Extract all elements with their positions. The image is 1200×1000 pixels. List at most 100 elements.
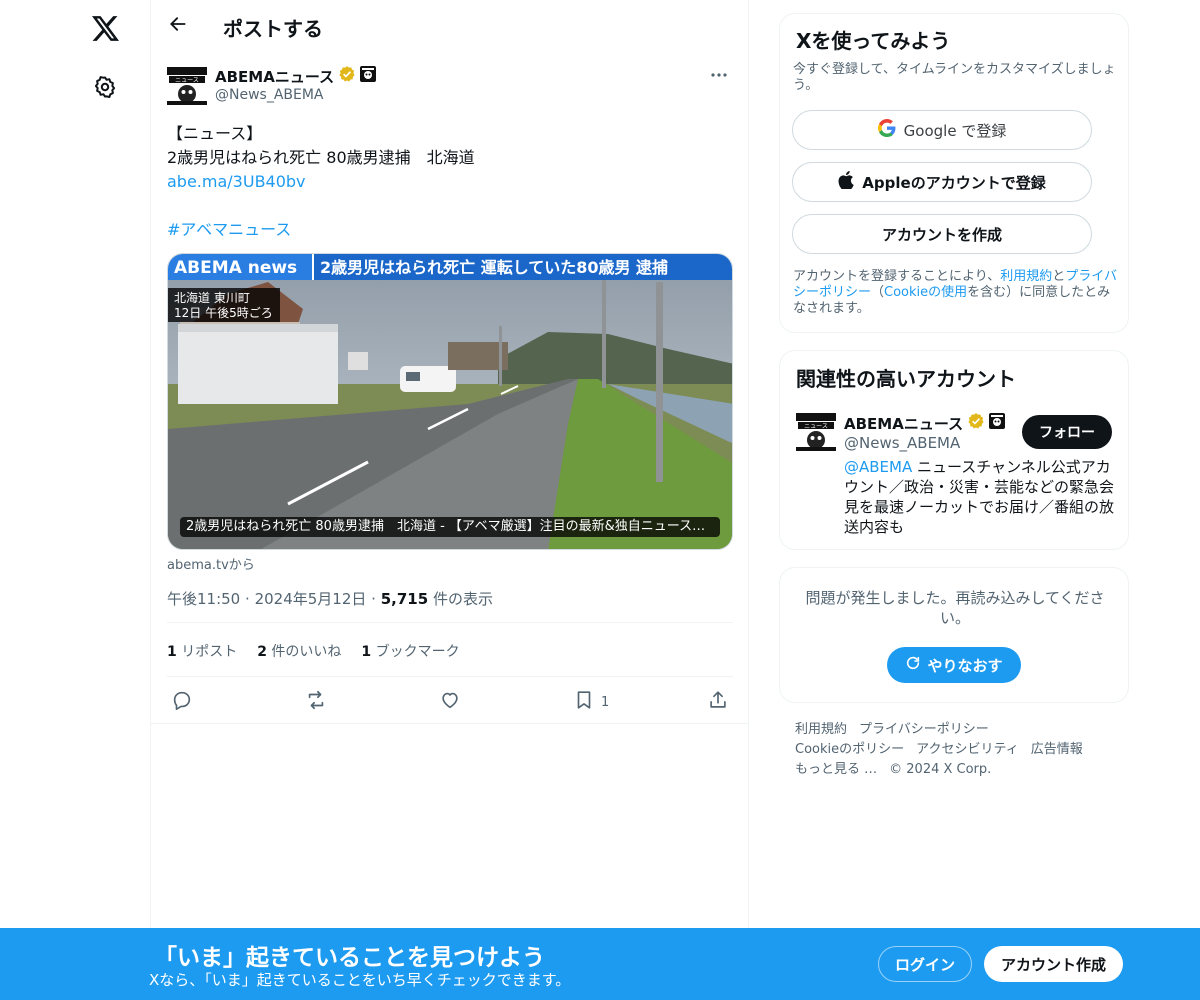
post-text-line: 【ニュース】 [167, 124, 263, 143]
verified-badge-icon [967, 412, 985, 434]
avatar[interactable]: ニュース [796, 411, 836, 451]
like-button[interactable] [439, 688, 461, 716]
reposts-label: リポスト [181, 644, 238, 660]
card-location-line1: 北海道 東川町 [174, 290, 250, 305]
author-name[interactable]: ABEMAニュース [215, 65, 377, 87]
divider [151, 723, 749, 724]
google-icon [877, 119, 896, 141]
footer-links: 利用規約 プライバシーポリシー Cookieのポリシー アクセシビリティ 広告情報 も… [795, 720, 1125, 780]
share-icon [707, 689, 729, 715]
post-text-line: 2歳男児はねられ死亡 80歳男逮捕 北海道 [167, 148, 475, 167]
reply-icon [171, 689, 193, 715]
bookmarks-count: 1 [361, 644, 372, 660]
more-options-icon[interactable] [705, 65, 733, 85]
bottom-signup-bar: 「いま」起きていることを見つけよう Xなら、「いま」起きていることをいち早くチェ… [0, 928, 1200, 1000]
footer-link[interactable]: プライバシーポリシー [859, 722, 989, 737]
link-card[interactable]: ABEMA news 2歳男児はねられ死亡 運転していた80歳男 逮捕 北海道 … [167, 253, 733, 550]
views-label: 件の表示 [432, 590, 493, 608]
back-button[interactable] [161, 9, 195, 43]
bookmark-button[interactable]: 1 [573, 688, 609, 716]
bottom-bar-subtitle: Xなら、「いま」起きていることをいち早くチェックできます。 [149, 971, 571, 989]
meta-separator: · [371, 590, 381, 608]
footer-link[interactable]: 広告情報 [1031, 742, 1083, 757]
login-button[interactable]: ログイン [878, 946, 972, 982]
card-banner-right: 2歳男児はねられ死亡 運転していた80歳男 逮捕 [320, 258, 668, 277]
post-meta: 午後11:50 · 2024年5月12日 · 5,715 件の表示 [167, 588, 493, 609]
signup-title: Xを使ってみよう [796, 29, 951, 53]
left-navigation [0, 0, 150, 1000]
card-location-line2: 12日 午後5時ごろ [174, 305, 273, 320]
likes-count: 2 [257, 644, 267, 660]
google-signup-label: Google で登録 [903, 121, 1007, 140]
post-actions: 1 [167, 688, 733, 716]
reply-button[interactable] [171, 688, 193, 716]
reposts-stat[interactable]: 1 リポスト [167, 641, 237, 661]
create-account-button[interactable]: アカウントを作成 [792, 214, 1092, 254]
footer-link[interactable]: アクセシビリティ [916, 742, 1019, 757]
divider [167, 676, 733, 677]
footer-link[interactable]: Cookieのポリシー [795, 742, 904, 757]
gear-icon[interactable] [85, 67, 125, 107]
affiliate-badge-icon [989, 413, 1006, 433]
affiliate-badge-icon [360, 66, 377, 86]
post-link[interactable]: abe.ma/3UB40bv [167, 170, 733, 194]
related-title: 関連性の高いアカウント [796, 367, 1016, 391]
post-spacer [167, 194, 733, 218]
repost-icon [305, 689, 327, 715]
google-signup-button[interactable]: Google で登録 [792, 110, 1092, 150]
author-handle[interactable]: @News_ABEMA [215, 87, 324, 103]
x-logo-icon[interactable] [85, 8, 125, 48]
related-account-name[interactable]: ABEMAニュース [844, 412, 1006, 434]
post-date[interactable]: 2024年5月12日 [255, 590, 367, 608]
divider [167, 622, 733, 623]
post-time[interactable]: 午後11:50 [167, 590, 240, 608]
top-bar: ポストする [151, 0, 749, 53]
related-account-bio: @ABEMA ニュースチャンネル公式アカウント／政治・災害・芸能などの緊急会見を… [844, 457, 1114, 537]
error-message: 問題が発生しました。再読み込みしてください。 [805, 589, 1105, 627]
likes-stat[interactable]: 2 件のいいね [257, 641, 341, 661]
page-title: ポストする [223, 17, 323, 41]
card-source[interactable]: abema.tvから [167, 554, 255, 573]
terms-and: と [1052, 269, 1066, 284]
create-account-label: アカウントを作成 [881, 225, 1002, 244]
post-hashtag[interactable]: #アベマニュース [167, 218, 733, 242]
retry-label: やりなおす [927, 656, 1003, 675]
terms-prefix: アカウントを登録することにより、 [793, 269, 1001, 284]
footer-copyright: © 2024 X Corp. [889, 762, 992, 777]
reposts-count: 1 [167, 644, 177, 660]
repost-button[interactable] [305, 688, 327, 716]
meta-separator: · [245, 590, 255, 608]
apple-icon [838, 171, 854, 193]
author-name-text: ABEMAニュース [215, 67, 335, 86]
related-account-handle[interactable]: @News_ABEMA [844, 434, 960, 452]
follow-button[interactable]: フォロー [1022, 415, 1112, 449]
signup-panel: Xを使ってみよう 今すぐ登録して、タイムラインをカスタマイズしましょう。 Goo… [779, 13, 1129, 333]
post-stats: 1 リポスト 2 件のいいね 1 ブックマーク [167, 641, 460, 661]
related-accounts-panel: 関連性の高いアカウント ニュース ABEMAニュース @News_ABEMA フ… [779, 350, 1129, 550]
apple-signup-button[interactable]: Appleのアカウントで登録 [792, 162, 1092, 202]
heart-icon [439, 689, 461, 715]
error-panel: 問題が発生しました。再読み込みしてください。 やりなおす [779, 567, 1129, 703]
retry-button[interactable]: やりなおす [887, 647, 1021, 683]
avatar-label: ニュース [175, 77, 199, 84]
footer-link[interactable]: 利用規約 [795, 722, 847, 737]
post-text: 【ニュース】 2歳男児はねられ死亡 80歳男逮捕 北海道 abe.ma/3UB4… [167, 122, 733, 242]
bookmarks-label: ブックマーク [375, 644, 460, 660]
card-caption: 2歳男児はねられ死亡 80歳男逮捕 北海道 - 【アベマ厳選】注目の最新&独自ニ… [180, 517, 720, 537]
verified-badge-icon [338, 65, 356, 87]
bio-mention-link[interactable]: @ABEMA [844, 458, 912, 476]
related-name-text: ABEMAニュース [844, 414, 964, 433]
avatar-label: ニュース [804, 423, 828, 430]
terms-link[interactable]: 利用規約 [1000, 269, 1052, 284]
bottom-bar-title: 「いま」起きていることを見つけよう [154, 945, 545, 971]
signup-button[interactable]: アカウント作成 [984, 946, 1123, 982]
terms-text: アカウントを登録することにより、利用規約とプライバシーポリシー（Cookieの使… [793, 269, 1119, 317]
footer-more-link[interactable]: もっと見る … [795, 762, 877, 777]
views-count: 5,715 [380, 590, 429, 608]
bookmarks-stat[interactable]: 1 ブックマーク [361, 641, 459, 661]
refresh-icon [905, 655, 921, 675]
avatar[interactable]: ニュース [167, 65, 207, 105]
card-image: ABEMA news 2歳男児はねられ死亡 運転していた80歳男 逮捕 北海道 … [168, 254, 732, 549]
share-button[interactable] [707, 688, 729, 716]
cookie-link[interactable]: Cookieの使用 [884, 285, 967, 300]
